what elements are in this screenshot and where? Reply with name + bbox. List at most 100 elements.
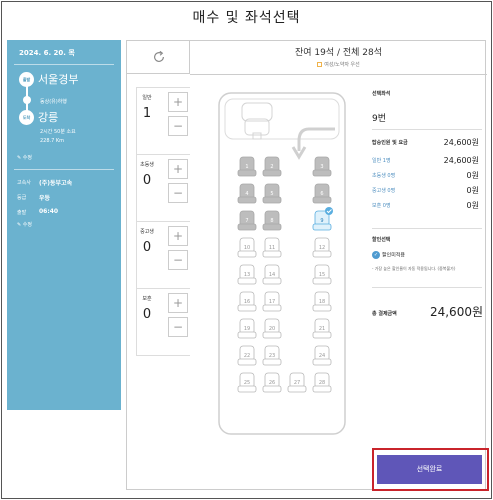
passenger-counter: 중고생 0 + −	[136, 221, 190, 289]
seat-number: 15	[319, 272, 325, 278]
seat-base	[262, 304, 282, 312]
fare-row-value: 0원	[466, 186, 479, 195]
seat-base	[262, 331, 282, 339]
seat-base	[237, 196, 257, 204]
plus-button[interactable]: +	[168, 226, 188, 246]
seat-18[interactable]: 18	[312, 291, 332, 312]
seat-number: 14	[269, 272, 275, 278]
seat-base	[312, 277, 332, 285]
passenger-count: 0	[142, 173, 152, 188]
seat-24[interactable]: 24	[312, 345, 332, 366]
passenger-type-label: 초등생	[140, 162, 154, 168]
company-value: (주)동부고속	[39, 180, 73, 187]
edit-time-label: 수정	[22, 222, 32, 228]
seat-number: 8	[270, 218, 273, 224]
passenger-type-label: 보훈	[142, 296, 152, 302]
seat-27[interactable]: 27	[287, 372, 307, 393]
seat-number: 4	[245, 191, 248, 197]
seat-number: 19	[244, 326, 250, 332]
fare-row-label: 초등생 0명	[372, 173, 396, 179]
seat-number: 10	[244, 245, 250, 251]
edit-route-link[interactable]: ✎ 수정	[17, 154, 32, 161]
minus-button[interactable]: −	[168, 116, 188, 136]
grade-value: 우등	[39, 195, 51, 202]
seat-base	[312, 358, 332, 366]
selected-seat-value: 9번	[372, 114, 387, 124]
passenger-count: 0	[142, 307, 152, 322]
discount-note: - 가장 높은 할인율이 자동 적용됩니다. (중복불가)	[372, 266, 456, 271]
check-icon: ✓	[372, 251, 380, 259]
seat-number: 20	[269, 326, 275, 332]
grade-label: 등급	[17, 195, 27, 201]
seat-26[interactable]: 26	[262, 372, 282, 393]
seat-number: 3	[320, 164, 323, 170]
seat-number: 28	[319, 380, 325, 386]
seat-28[interactable]: 28	[312, 372, 332, 393]
journey-date: 2024. 6. 20. 목	[19, 49, 75, 57]
seat-base	[237, 169, 257, 177]
selected-check-icon	[325, 207, 333, 215]
seat-19[interactable]: 19	[237, 318, 257, 339]
seat-8: 8	[262, 210, 282, 231]
fare-row-value: 24,600원	[443, 156, 479, 165]
seat-number: 12	[319, 245, 325, 251]
plus-button[interactable]: +	[168, 92, 188, 112]
edit-time-link[interactable]: ✎ 수정	[17, 221, 32, 228]
minus-button[interactable]: −	[168, 183, 188, 203]
minus-button[interactable]: −	[168, 250, 188, 270]
seat-base	[312, 304, 332, 312]
seat-base	[312, 223, 332, 231]
discount-option-label: 할인미적용	[382, 252, 406, 259]
discount-option[interactable]: ✓ 할인미적용	[372, 251, 405, 259]
seat-10[interactable]: 10	[237, 237, 257, 258]
fare-row-label: 일반 1명	[372, 158, 391, 164]
seat-number: 17	[269, 299, 275, 305]
divider	[14, 64, 114, 65]
priority-legend-label: 여성/노약자 우선	[324, 62, 360, 68]
duration: 2시간 50분 소요	[40, 129, 76, 135]
seat-base	[312, 250, 332, 258]
seat-13[interactable]: 13	[237, 264, 257, 285]
seat-2: 2	[262, 156, 282, 177]
refresh-button[interactable]	[127, 41, 190, 74]
bus-seat-map: 1 2 34 5 67 8 910 11 1213 14 1516 17 1819 20 2122 23 242…	[218, 92, 346, 435]
seat-base	[262, 250, 282, 258]
seat-20[interactable]: 20	[262, 318, 282, 339]
seat-number: 22	[244, 353, 250, 359]
seat-number: 6	[320, 191, 323, 197]
divider	[372, 287, 482, 288]
minus-button[interactable]: −	[168, 317, 188, 337]
seat-15[interactable]: 15	[312, 264, 332, 285]
total-label: 총 결제금액	[372, 311, 397, 317]
via-route: 동상(유)하행	[40, 99, 67, 105]
seat-number: 21	[319, 326, 325, 332]
seat-base	[287, 385, 307, 393]
seat-16[interactable]: 16	[237, 291, 257, 312]
distance: 228.7 Km	[40, 138, 65, 144]
plus-button[interactable]: +	[168, 293, 188, 313]
seat-number: 23	[269, 353, 275, 359]
seat-25[interactable]: 25	[237, 372, 257, 393]
seat-base	[237, 331, 257, 339]
edit-route-label: 수정	[22, 155, 32, 161]
seat-base	[237, 385, 257, 393]
seat-12[interactable]: 12	[312, 237, 332, 258]
seat-number: 5	[270, 191, 273, 197]
seat-17[interactable]: 17	[262, 291, 282, 312]
time-value: 06:40	[39, 208, 59, 215]
priority-legend: 여성/노약자 우선	[191, 61, 486, 68]
seat-number: 7	[245, 218, 248, 224]
seat-21[interactable]: 21	[312, 318, 332, 339]
seat-number: 1	[245, 164, 248, 170]
journey-info-panel: 2024. 6. 20. 목 출발 서울경부 동상(유)하행 도착 강릉 2시간…	[7, 40, 121, 410]
passenger-counter: 일반 1 + −	[136, 87, 190, 155]
seat-11[interactable]: 11	[262, 237, 282, 258]
seat-22[interactable]: 22	[237, 345, 257, 366]
fare-label: 탑승인원 및 요금	[372, 140, 408, 146]
plus-button[interactable]: +	[168, 159, 188, 179]
seat-base	[312, 169, 332, 177]
seat-14[interactable]: 14	[262, 264, 282, 285]
seat-number: 11	[269, 245, 275, 251]
confirm-button[interactable]: 선택완료	[377, 455, 482, 484]
seat-23[interactable]: 23	[262, 345, 282, 366]
